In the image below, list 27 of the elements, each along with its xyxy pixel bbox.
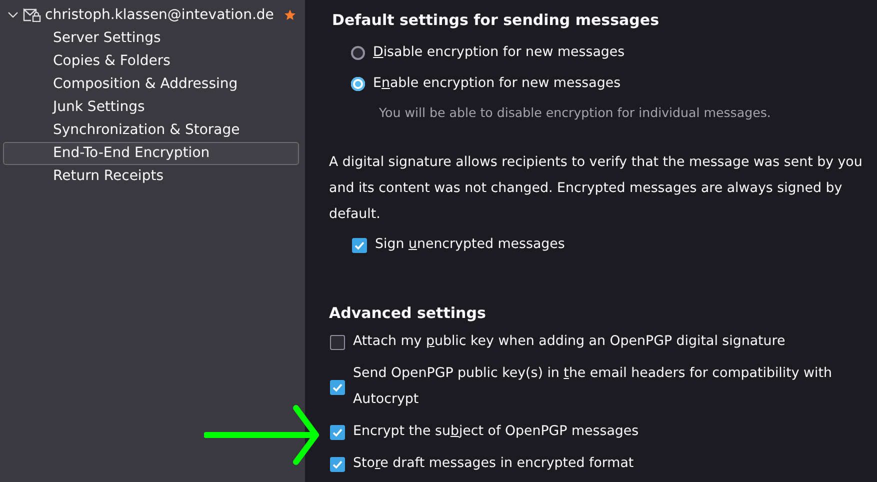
sidebar-item[interactable]: Synchronization & Storage	[3, 119, 299, 142]
sidebar-item[interactable]: Return Receipts	[3, 165, 299, 188]
radio-label: Disable encryption for new messages	[373, 45, 625, 60]
checkbox-label: Store draft messages in encrypted format	[353, 455, 634, 473]
section-heading: Default settings for sending messages	[332, 10, 660, 31]
arrow-icon	[204, 405, 320, 465]
sidebar-item[interactable]: End-To-End Encryption	[3, 142, 299, 165]
account-name[interactable]: christoph.klassen@intevation.de	[45, 7, 274, 23]
radio-button[interactable]	[351, 76, 365, 90]
checkbox-label: Attach my public key when adding an OpenPGP digital signature	[353, 333, 786, 351]
description-text: A digital signature allows recipients to verify that the message was sent by you and its content was not changed. Encrypted messages are always signed by default.	[329, 154, 864, 224]
sidebar-item[interactable]: Copies & Folders	[3, 50, 299, 73]
checkbox[interactable]	[330, 380, 345, 394]
mail-account-icon	[23, 8, 41, 22]
checkbox[interactable]	[330, 424, 345, 440]
sidebar-item[interactable]: Server Settings	[3, 27, 299, 50]
radio-button[interactable]	[351, 46, 365, 60]
hint-text: You will be able to disable encryption for individual messages.	[378, 104, 772, 122]
sidebar-item[interactable]: Junk Settings	[3, 96, 299, 119]
checkbox[interactable]	[352, 238, 367, 252]
section-heading: Advanced settings	[329, 303, 487, 324]
radio-label: Enable encryption for new messages	[373, 76, 621, 91]
checkbox-label: Encrypt the subject of OpenPGP messages	[353, 423, 639, 441]
sidebar-item[interactable]: Composition & Addressing	[3, 73, 299, 96]
checkbox[interactable]	[330, 456, 345, 472]
checkbox-label: Sign unencrypted messages	[375, 236, 565, 254]
checkbox[interactable]	[330, 334, 345, 350]
